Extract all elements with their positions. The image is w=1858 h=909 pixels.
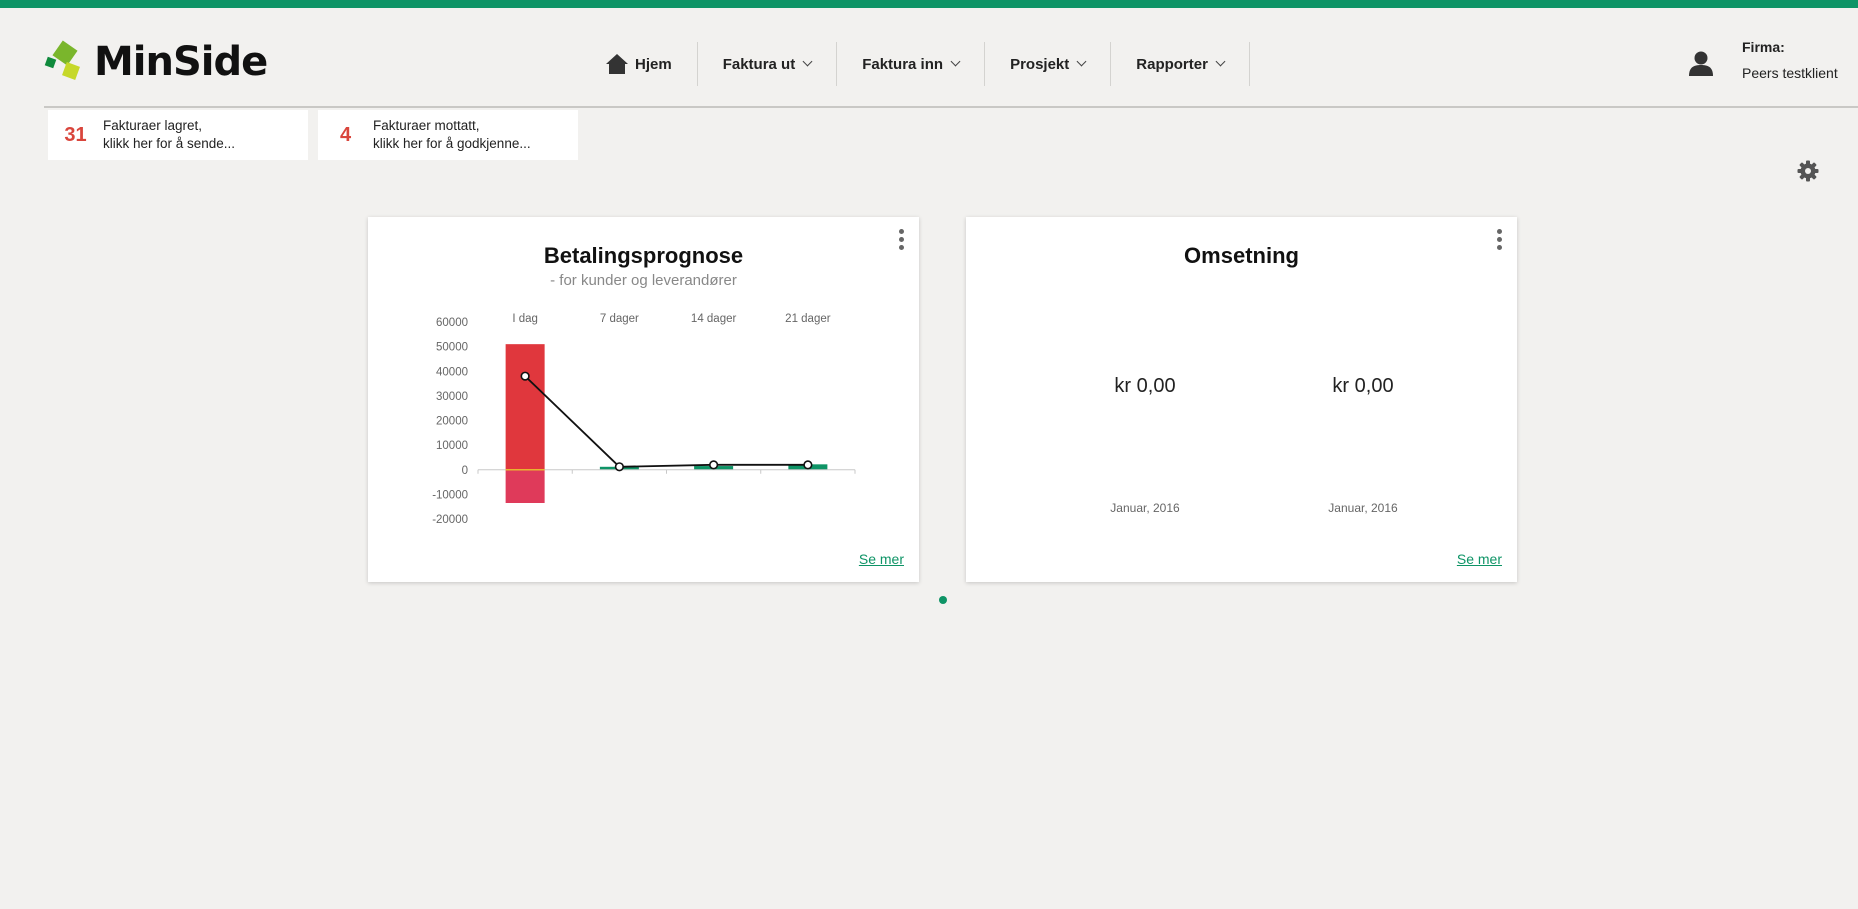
notification-text: Fakturaer lagret, klikk her for å sende.… [103, 117, 235, 153]
turnover-value: kr 0,00 [1332, 375, 1394, 397]
turnover-period: Januar, 2016 [1328, 501, 1398, 515]
logo-text: MinSide [94, 39, 268, 85]
chevron-down-icon [1215, 56, 1226, 67]
company-info[interactable]: Firma: Peers testklient [1742, 34, 1838, 86]
y-tick-label: -10000 [432, 489, 468, 501]
notification-count: 4 [339, 123, 352, 146]
turnover-period: Januar, 2016 [1110, 501, 1180, 515]
x-category-label: I dag [512, 313, 538, 325]
widget-title: Omsetning [1184, 243, 1299, 268]
nav-item-label: Faktura inn [862, 55, 944, 73]
nav-item-rapporter[interactable]: Rapporter [1111, 42, 1250, 86]
notification-line: Fakturaer lagret, [103, 118, 203, 133]
nav-item-label: Hjem [635, 55, 672, 73]
notification-received-invoices[interactable]: 4 Fakturaer mottatt, klikk her for å god… [318, 110, 578, 160]
main-nav: Hjem Faktura ut Faktura inn Prosjekt Rap… [590, 42, 1250, 86]
nav-item-prosjekt[interactable]: Prosjekt [985, 42, 1112, 86]
chart-point [803, 460, 813, 470]
y-tick-label: 0 [462, 465, 468, 477]
pager-dot[interactable] [939, 596, 947, 604]
chart-point [520, 371, 530, 381]
logo[interactable]: MinSide [44, 39, 268, 85]
user-icon[interactable] [1688, 50, 1714, 76]
see-more-link[interactable]: Se mer [859, 551, 904, 567]
nav-item-label: Faktura ut [722, 55, 796, 73]
see-more-link[interactable]: Se mer [1457, 551, 1502, 567]
notification-line: klikk her for å sende... [103, 136, 236, 151]
header-divider [44, 106, 1858, 108]
y-tick-label: 60000 [436, 317, 468, 329]
notification-saved-invoices[interactable]: 31 Fakturaer lagret, klikk her for å sen… [48, 110, 308, 160]
x-category-label: 21 dager [785, 313, 831, 325]
y-tick-label: 40000 [436, 366, 468, 378]
chevron-down-icon [1076, 56, 1087, 67]
top-accent-stripe [0, 0, 1858, 8]
notification-line: Fakturaer mottatt, [373, 118, 480, 133]
chart-point [709, 460, 719, 470]
widget-omsetning: Omsetning kr 0,00 kr 0,00 Januar, 2016 J… [966, 217, 1517, 582]
x-category-label: 14 dager [691, 313, 737, 325]
company-label: Firma: [1742, 39, 1785, 55]
x-category-label: 7 dager [600, 313, 639, 325]
y-tick-label: 30000 [436, 391, 468, 403]
logo-mark-icon [44, 40, 84, 82]
chevron-down-icon [802, 56, 813, 67]
nav-item-label: Prosjekt [1010, 55, 1070, 73]
chart-line [524, 375, 808, 468]
notification-line: klikk her for å godkjenne... [373, 136, 531, 151]
nav-item-faktura-ut[interactable]: Faktura ut [698, 42, 838, 86]
nav-item-label: Rapporter [1136, 55, 1208, 73]
nav-item-faktura-inn[interactable]: Faktura inn [837, 42, 986, 86]
chart-bar [505, 469, 545, 503]
payment-forecast-chart: 60000 50000 40000 30000 20000 10000 0 -10000 -20… [432, 313, 856, 526]
widget-betalingsprognose: Betalingsprognose - for kunder og levera… [368, 217, 919, 582]
chart-bar [505, 344, 545, 470]
y-tick-label: -20000 [432, 514, 468, 526]
company-name: Peers testklient [1742, 65, 1838, 81]
chevron-down-icon [950, 56, 961, 67]
notification-count: 31 [64, 123, 87, 146]
y-tick-label: 50000 [436, 342, 468, 354]
nav-item-hjem[interactable]: Hjem [590, 42, 698, 86]
y-tick-label: 20000 [436, 416, 468, 428]
chart-point [614, 462, 624, 472]
home-icon [606, 54, 628, 74]
gear-icon[interactable] [1797, 160, 1819, 182]
y-tick-label: 10000 [436, 440, 468, 452]
notification-text: Fakturaer mottatt, klikk her for å godkj… [373, 117, 531, 153]
turnover-value: kr 0,00 [1114, 375, 1176, 397]
